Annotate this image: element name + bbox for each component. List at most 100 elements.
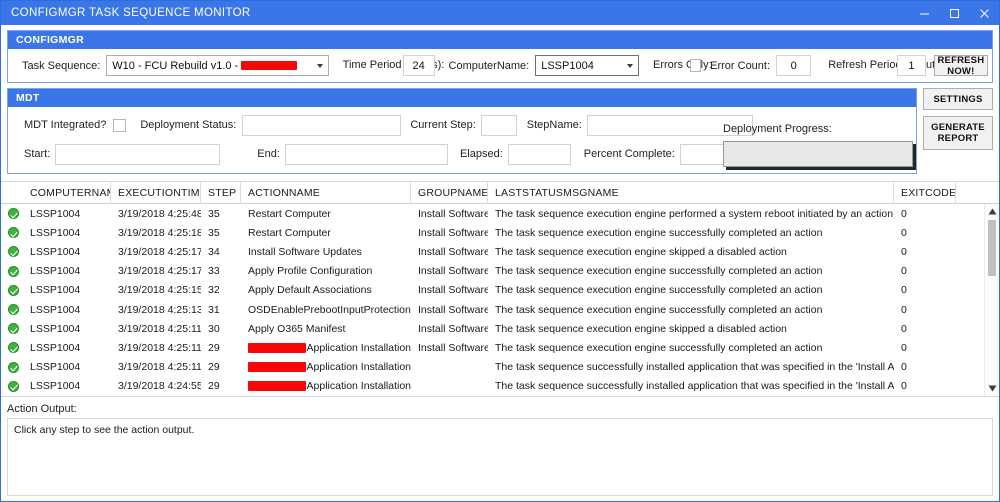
mdt-group: MDT MDT Integrated? Deployment Status: C… (7, 88, 917, 174)
table-row[interactable]: LSSP1004 3/19/2018 4:25:13 PM 31 OSDEnableP… (1, 300, 999, 319)
mdt-integrated-label: MDT Integrated? (24, 119, 107, 131)
cell-actionname: Apply Profile Configuration (248, 265, 373, 278)
task-sequence-select[interactable]: W10 - FCU Rebuild v1.0 - (106, 55, 329, 76)
cell-step: 35 (208, 226, 220, 239)
column-header-computername[interactable]: COMPUTERNAME (23, 181, 111, 204)
scrollbar-thumb[interactable] (988, 220, 996, 276)
actionname-redaction (248, 362, 306, 373)
column-header-groupname[interactable]: GROUPNAME (411, 181, 488, 204)
scroll-up-icon[interactable] (985, 204, 999, 218)
refresh-period-input[interactable]: 1 (897, 55, 926, 76)
column-header-step[interactable]: STEP (201, 181, 241, 204)
close-icon[interactable] (969, 1, 999, 25)
window-title: CONFIGMGR TASK SEQUENCE MONITOR (11, 7, 251, 19)
cell-executiontime: 3/19/2018 4:25:11 PM (118, 361, 201, 374)
computer-name-select[interactable]: LSSP1004 (535, 55, 639, 76)
cell-groupname: Install Software (418, 303, 488, 316)
cell-exitcode: 0 (901, 245, 907, 258)
cell-actionname: Application Installation (241, 377, 411, 396)
cell-step: 35 (208, 207, 220, 220)
table-row[interactable]: LSSP1004 3/19/2018 4:25:18 PM 35 Restart Co… (1, 223, 999, 242)
settings-button[interactable]: SETTINGS (923, 88, 993, 110)
time-period-input[interactable]: 24 (402, 55, 435, 76)
cell-executiontime: 3/19/2018 4:25:17 PM (118, 265, 201, 278)
table-row[interactable]: LSSP1004 3/19/2018 4:25:17 PM 33 Apply Prof… (1, 262, 999, 281)
refresh-now-button[interactable]: REFRESH NOW! (933, 55, 988, 77)
minimize-icon[interactable] (909, 1, 939, 25)
cell-computername: LSSP1004 (30, 245, 81, 258)
cell-groupname: Install Software (418, 284, 488, 297)
status-success-icon (1, 377, 23, 396)
step-name-label: StepName: (526, 119, 582, 131)
computer-name-label: ComputerName: (448, 59, 530, 72)
status-success-icon (1, 242, 23, 261)
cell-laststatusmsgname: The task sequence execution engine succe… (495, 265, 823, 278)
action-output-label: Action Output: (7, 402, 77, 415)
table-row[interactable]: LSSP1004 3/19/2018 4:25:17 PM 34 Install So… (1, 242, 999, 261)
cell-actionname: Apply Default Associations (248, 284, 372, 297)
cell-computername: LSSP1004 (30, 265, 81, 278)
computer-name-value: LSSP1004 (541, 59, 594, 72)
percent-complete-input[interactable] (679, 143, 726, 165)
maximize-icon[interactable] (939, 1, 969, 25)
cell-step: 34 (208, 245, 220, 258)
cell-step: 32 (208, 284, 220, 297)
scroll-down-icon[interactable] (985, 382, 999, 396)
cell-actionname: Application Installation (241, 338, 411, 357)
header-status-spacer (1, 182, 23, 204)
status-success-icon (1, 338, 23, 357)
configmgr-group-header: CONFIGMGR (8, 31, 992, 49)
action-output-textarea[interactable]: Click any step to see the action output. (7, 417, 993, 496)
cell-groupname (411, 358, 488, 377)
table-row[interactable]: LSSP1004 3/19/2018 4:25:11 PM 29 Applicati… (1, 358, 999, 377)
table-row[interactable]: LSSP1004 3/19/2018 4:25:11 PM 30 Apply O365… (1, 319, 999, 338)
current-step-input[interactable] (480, 114, 517, 136)
actionname-redaction (248, 381, 306, 392)
column-header-actionname[interactable]: ACTIONNAME (241, 181, 411, 204)
cell-computername: LSSP1004 (30, 322, 81, 335)
cell-computername: LSSP1004 (30, 361, 81, 374)
cell-executiontime: 3/19/2018 4:25:18 PM (118, 226, 201, 239)
cell-groupname: Install Software (418, 226, 488, 239)
generate-report-button[interactable]: GENERATE REPORT (923, 116, 993, 150)
cell-executiontime: 3/19/2018 4:24:55 PM (118, 380, 201, 393)
cell-laststatusmsgname: The task sequence execution engine succe… (495, 284, 823, 297)
table-row[interactable]: LSSP1004 3/19/2018 4:25:48 PM 35 Restart Co… (1, 204, 999, 223)
table-row[interactable]: LSSP1004 3/19/2018 4:25:15 PM 32 Apply Defa… (1, 281, 999, 300)
cell-laststatusmsgname: The task sequence execution engine perfo… (495, 207, 894, 220)
error-count-label: Error Count: (710, 59, 771, 72)
cell-computername: LSSP1004 (30, 341, 81, 354)
cell-exitcode: 0 (901, 341, 907, 354)
cell-groupname: Install Software (418, 207, 488, 220)
cell-exitcode: 0 (901, 303, 907, 316)
end-input[interactable] (284, 143, 448, 165)
cell-step: 31 (208, 303, 220, 316)
table-row[interactable]: LSSP1004 3/19/2018 4:24:55 PM 29 Applicati… (1, 377, 999, 396)
column-header-laststatusmsgname[interactable]: LASTSTATUSMSGNAME (488, 181, 894, 204)
refresh-period-label: Refresh Period (Minutes): (828, 59, 954, 72)
cell-executiontime: 3/19/2018 4:25:15 PM (118, 284, 201, 297)
column-header-exitcode[interactable]: EXITCODE (894, 181, 956, 204)
steps-table: COMPUTERNAME EXECUTIONTIME STEP ACTIONNA… (1, 181, 999, 397)
table-row[interactable]: LSSP1004 3/19/2018 4:25:11 PM 29 Applicati… (1, 338, 999, 357)
cell-laststatusmsgname: The task sequence successfully installed… (495, 380, 894, 393)
actionname-redaction (248, 342, 306, 353)
task-sequence-value: W10 - FCU Rebuild v1.0 - (112, 59, 239, 72)
app-window: CONFIGMGR TASK SEQUENCE MONITOR CONFIGMG… (0, 0, 1000, 502)
elapsed-input[interactable] (507, 143, 571, 165)
errors-only-checkbox[interactable] (690, 59, 702, 72)
mdt-integrated-checkbox[interactable] (113, 118, 127, 132)
table-vertical-scrollbar[interactable] (984, 204, 999, 396)
cell-groupname: Install Software (418, 245, 488, 258)
cell-groupname: Install Software (418, 322, 488, 335)
error-count-input[interactable]: 0 (776, 55, 812, 76)
deployment-status-input[interactable] (242, 114, 402, 136)
start-input[interactable] (55, 143, 221, 165)
cell-executiontime: 3/19/2018 4:25:13 PM (118, 303, 201, 316)
cell-groupname (411, 377, 488, 396)
column-header-executiontime[interactable]: EXECUTIONTIME (111, 181, 201, 204)
cell-actionname: Restart Computer (248, 226, 331, 239)
status-success-icon (1, 204, 23, 223)
cell-computername: LSSP1004 (30, 226, 81, 239)
table-header-row: COMPUTERNAME EXECUTIONTIME STEP ACTIONNA… (1, 181, 999, 204)
